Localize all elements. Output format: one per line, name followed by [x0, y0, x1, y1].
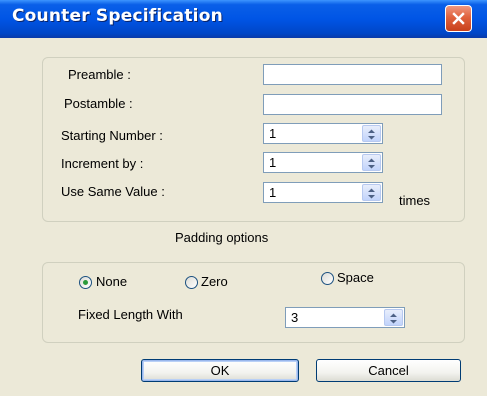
starting-number-spinner[interactable]: 1 [263, 123, 383, 144]
counter-specification-dialog: Counter Specification Preamble : Postamb… [0, 0, 487, 396]
fixed-length-label: Fixed Length With [78, 307, 183, 322]
preamble-label: Preamble : [68, 67, 131, 82]
increment-by-label: Increment by : [61, 156, 144, 171]
spin-arrows-icon [390, 313, 397, 324]
close-icon [452, 12, 465, 25]
use-same-value-spinner[interactable]: 1 [263, 182, 383, 203]
preamble-input[interactable] [263, 64, 442, 85]
use-same-value-label: Use Same Value : [61, 184, 165, 199]
postamble-input[interactable] [263, 94, 442, 115]
cancel-button[interactable]: Cancel [316, 359, 461, 382]
increment-by-value: 1 [269, 155, 277, 170]
padding-none-label[interactable]: None [96, 274, 127, 289]
padding-zero-radio[interactable] [185, 276, 198, 289]
fixed-length-value: 3 [291, 310, 299, 325]
padding-space-radio[interactable] [321, 272, 334, 285]
title-bar[interactable]: Counter Specification [0, 0, 487, 38]
spin-arrows-icon [368, 129, 375, 140]
postamble-label: Postamble : [64, 96, 133, 111]
fixed-length-spin-button[interactable] [384, 309, 403, 326]
close-button[interactable] [445, 5, 472, 32]
fixed-length-spinner[interactable]: 3 [285, 307, 405, 328]
window-title: Counter Specification [12, 6, 223, 26]
use-same-value-spin-button[interactable] [362, 184, 381, 201]
starting-number-spin-button[interactable] [362, 125, 381, 142]
spin-arrows-icon [368, 158, 375, 169]
padding-options-title: Padding options [175, 230, 269, 245]
increment-by-spin-button[interactable] [362, 154, 381, 171]
padding-zero-label[interactable]: Zero [201, 274, 228, 289]
starting-number-value: 1 [269, 126, 277, 141]
padding-space-label[interactable]: Space [337, 270, 374, 285]
padding-none-radio[interactable] [79, 276, 92, 289]
use-same-value-value: 1 [269, 185, 277, 200]
ok-button[interactable]: OK [141, 359, 299, 382]
increment-by-spinner[interactable]: 1 [263, 152, 383, 173]
starting-number-label: Starting Number : [61, 128, 163, 143]
times-label: times [399, 193, 431, 208]
spin-arrows-icon [368, 188, 375, 199]
